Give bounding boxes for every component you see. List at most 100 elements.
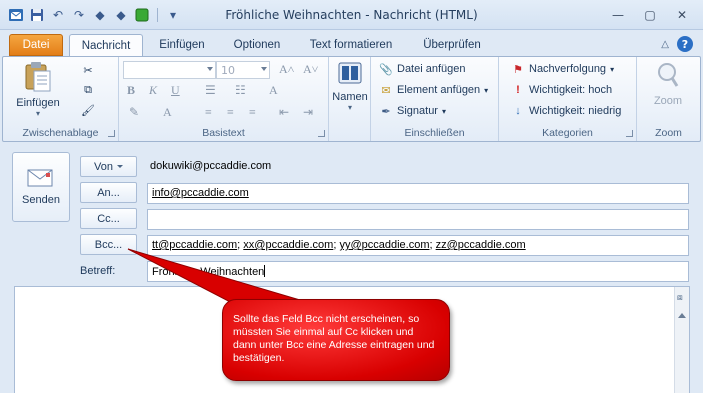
- paperclip-icon: 📎: [379, 63, 393, 76]
- names-label: Namen: [332, 91, 368, 103]
- ribbon-tabs: Datei Nachricht Einfügen Optionen Text f…: [0, 30, 703, 57]
- magnifier-icon: [658, 63, 679, 87]
- attach-file-label: Datei anfügen: [397, 63, 466, 75]
- zoom-button[interactable]: Zoom: [647, 61, 689, 107]
- help-icon[interactable]: ?: [677, 36, 693, 52]
- align-right-icon[interactable]: ≡: [249, 105, 256, 120]
- group-clipboard: Einfügen ▾ ✂ ⧉ 🖌 Zwischenablage: [3, 57, 119, 141]
- bcc-button[interactable]: Bcc...: [80, 234, 137, 255]
- bcc-field[interactable]: tt@pccaddie.com; xx@pccaddie.com; yy@pcc…: [147, 235, 689, 256]
- highlight-icon[interactable]: ✎: [129, 105, 139, 120]
- group-label-categories: Kategorien: [542, 127, 593, 139]
- paste-label: Einfügen: [16, 97, 60, 109]
- tab-file[interactable]: Datei: [9, 34, 63, 56]
- tab-format-text[interactable]: Text formatieren: [300, 34, 402, 56]
- subject-value: Fröhliche Weihnachten: [152, 266, 265, 278]
- font-color-icon[interactable]: A: [163, 105, 172, 120]
- signature-button[interactable]: ✒ Signatur ▾: [379, 104, 446, 118]
- attach-file-button[interactable]: 📎 Datei anfügen: [379, 62, 466, 76]
- align-left-icon[interactable]: ≡: [205, 105, 212, 120]
- ruler-icon[interactable]: ⧈: [677, 293, 688, 304]
- bcc-recipient: xx@pccaddie.com: [243, 239, 334, 251]
- from-value: dokuwiki@pccaddie.com: [150, 160, 272, 172]
- group-label-include: Einschließen: [404, 127, 465, 139]
- underline-icon[interactable]: U: [171, 83, 180, 98]
- tab-insert[interactable]: Einfügen: [150, 34, 214, 56]
- arrow-down-icon: ↓: [515, 105, 521, 117]
- follow-up-button[interactable]: ⚑ Nachverfolgung ▾: [511, 62, 614, 76]
- follow-up-label: Nachverfolgung: [529, 63, 607, 75]
- grow-font-icon[interactable]: A˄: [279, 62, 294, 77]
- title-bar: ↶ ↷ ◆ ◆ ▾ Fröhliche Weihnachten - Nachri…: [0, 0, 703, 30]
- font-size-value: 10: [221, 64, 235, 77]
- envelope-icon: ✉: [381, 84, 391, 97]
- align-center-icon[interactable]: ≡: [227, 105, 234, 120]
- cut-button[interactable]: ✂: [81, 63, 95, 77]
- tab-review[interactable]: Überprüfen: [410, 34, 494, 56]
- close-icon[interactable]: ✕: [667, 6, 697, 24]
- bold-icon[interactable]: B: [127, 83, 135, 98]
- ribbon: Einfügen ▾ ✂ ⧉ 🖌 Zwischenablage 10 A˄ A˅…: [2, 56, 701, 142]
- format-painter-button[interactable]: 🖌: [81, 103, 95, 117]
- chevron-down-icon: ▾: [347, 103, 352, 112]
- from-button[interactable]: Von: [80, 156, 137, 177]
- shrink-font-icon[interactable]: A˅: [303, 62, 318, 77]
- group-label-clipboard: Zwischenablage: [22, 127, 99, 139]
- group-basic-text: 10 A˄ A˅ B K U ☰ ☷ A ✎ A ≡ ≡ ≡ ⇤ ⇥ Basis…: [119, 57, 329, 141]
- copy-icon: ⧉: [84, 83, 92, 96]
- bcc-recipient: tt@pccaddie.com: [152, 239, 238, 251]
- subject-label: Betreff:: [80, 265, 116, 277]
- subject-field[interactable]: Fröhliche Weihnachten: [147, 261, 689, 282]
- chevron-down-icon: ▾: [610, 64, 615, 74]
- tab-message[interactable]: Nachricht: [69, 34, 143, 57]
- paste-button[interactable]: Einfügen ▾: [13, 61, 63, 118]
- outdent-icon[interactable]: ⇤: [279, 105, 289, 120]
- pen-icon: ✒: [381, 105, 391, 118]
- dialog-launcher-icon[interactable]: [318, 130, 325, 137]
- to-button[interactable]: An...: [80, 182, 137, 203]
- copy-button[interactable]: ⧉: [81, 83, 95, 97]
- italic-icon[interactable]: K: [149, 83, 157, 98]
- group-label-basic-text: Basistext: [202, 127, 245, 139]
- attach-item-button[interactable]: ✉ Element anfügen ▾: [379, 83, 488, 97]
- minimize-ribbon-icon[interactable]: △: [661, 39, 669, 50]
- chevron-down-icon: [261, 67, 267, 71]
- send-button[interactable]: Senden: [12, 152, 70, 222]
- dialog-launcher-icon[interactable]: [108, 130, 115, 137]
- scroll-up-icon[interactable]: [678, 313, 686, 318]
- tab-options[interactable]: Optionen: [222, 34, 292, 56]
- group-include: 📎 Datei anfügen ✉ Element anfügen ▾ ✒ Signat…: [371, 57, 499, 141]
- names-button[interactable]: Namen ▾: [331, 61, 369, 112]
- font-size-combo[interactable]: 10: [216, 61, 270, 79]
- group-label-zoom: Zoom: [655, 127, 682, 139]
- bullet-list-icon[interactable]: ☰: [205, 83, 216, 98]
- bcc-button-label: Bcc...: [94, 238, 123, 251]
- cc-field[interactable]: [147, 209, 689, 230]
- vertical-scrollbar[interactable]: ⧈: [674, 287, 689, 393]
- low-importance-label: Wichtigkeit: niedrig: [529, 105, 622, 117]
- to-recipient: info@pccaddie.com: [152, 187, 249, 199]
- signature-label: Signatur: [397, 105, 438, 117]
- group-zoom: Zoom Zoom: [637, 57, 700, 141]
- cc-button[interactable]: Cc...: [80, 208, 137, 229]
- tab-bar-icons: △ ?: [661, 36, 693, 52]
- clear-format-icon[interactable]: A: [269, 83, 278, 98]
- bcc-recipient: yy@pccaddie.com: [339, 239, 430, 251]
- annotation-callout: Sollte das Feld Bcc nicht erscheinen, so…: [222, 299, 450, 381]
- font-name-combo[interactable]: [123, 61, 216, 79]
- high-importance-label: Wichtigkeit: hoch: [529, 84, 613, 96]
- numbered-list-icon[interactable]: ☷: [235, 83, 246, 98]
- minimize-icon[interactable]: —: [603, 6, 633, 24]
- cc-button-label: Cc...: [97, 212, 120, 225]
- chevron-down-icon: ▾: [35, 109, 40, 118]
- dialog-launcher-icon[interactable]: [626, 130, 633, 137]
- low-importance-button[interactable]: ↓ Wichtigkeit: niedrig: [511, 104, 621, 118]
- scissors-icon: ✂: [83, 64, 93, 77]
- maximize-icon[interactable]: ▢: [635, 6, 665, 24]
- clipboard-icon: [25, 62, 51, 92]
- to-field[interactable]: info@pccaddie.com: [147, 183, 689, 204]
- indent-icon[interactable]: ⇥: [303, 105, 313, 120]
- send-label: Senden: [22, 194, 60, 206]
- from-button-label: Von: [94, 160, 113, 173]
- high-importance-button[interactable]: ! Wichtigkeit: hoch: [511, 83, 612, 97]
